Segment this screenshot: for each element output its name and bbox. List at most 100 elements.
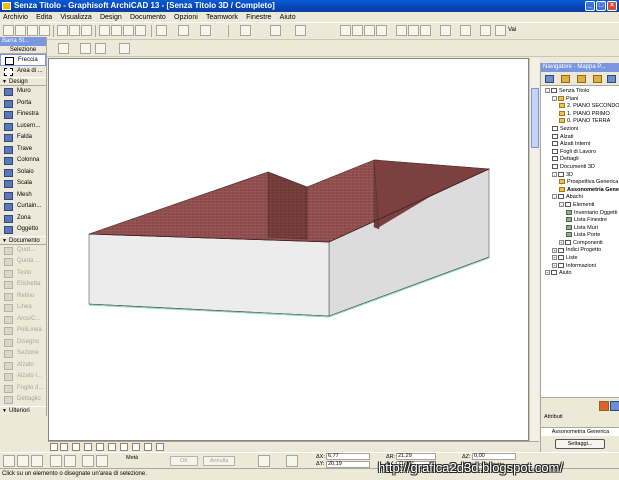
tree-item[interactable]: Prospettiva Generica (541, 179, 619, 187)
tree-item[interactable]: Alzati (541, 134, 619, 142)
tool-solaio[interactable]: Solaio (0, 167, 46, 179)
3d-viewport[interactable] (48, 58, 529, 441)
viewport-vertical-scrollbar[interactable] (529, 58, 539, 441)
line-mode-icon[interactable] (31, 455, 43, 467)
design-group-header[interactable]: Design (0, 77, 46, 87)
lock-angle-icon[interactable] (258, 455, 270, 467)
relative-construction-icon[interactable] (96, 455, 108, 467)
tool-testo[interactable]: Testo (0, 268, 46, 280)
tool-arco-c[interactable]: Arco/C... (0, 314, 46, 326)
undo-icon[interactable] (99, 25, 110, 36)
next-view-icon[interactable] (132, 443, 140, 451)
zoom-extents-icon[interactable] (156, 443, 164, 451)
view-settings-icon[interactable] (610, 401, 619, 411)
render-icon[interactable] (440, 25, 451, 36)
tree-item[interactable]: Sezioni (541, 126, 619, 134)
copy-icon[interactable] (69, 25, 80, 36)
zoom-in-icon[interactable] (50, 443, 58, 451)
publisher-icon[interactable] (593, 75, 602, 83)
explore-icon[interactable] (108, 443, 116, 451)
publish-icon[interactable] (480, 25, 491, 36)
tree-item[interactable]: + Componenti (541, 240, 619, 248)
view-3d-icon[interactable] (352, 25, 363, 36)
tool-quot[interactable]: Quot... (0, 245, 46, 257)
tree-item[interactable]: - Senza Titolo (541, 88, 619, 96)
previous-view-icon[interactable] (120, 443, 128, 451)
tool-lucern[interactable]: Lucern... (0, 121, 46, 133)
rectangle-select-icon[interactable] (80, 43, 91, 54)
perpendicular-icon[interactable] (286, 455, 298, 467)
tree-item[interactable]: Documenti 3D (541, 164, 619, 172)
magic-wand-icon[interactable] (240, 25, 251, 36)
new-file-icon[interactable] (3, 25, 14, 36)
expand-icon[interactable]: + (552, 262, 557, 268)
gravity-icon[interactable] (64, 455, 76, 467)
grid-snap-icon[interactable] (82, 455, 94, 467)
orbit-icon[interactable] (72, 443, 80, 451)
pan-icon[interactable] (96, 443, 104, 451)
snap-mode-icon[interactable] (50, 455, 62, 467)
delta-x-field[interactable]: 6,77 (326, 453, 370, 460)
tool-dettaglio[interactable]: Dettaglio (0, 394, 46, 406)
tool-curtain[interactable]: Curtain... (0, 201, 46, 213)
tree-item[interactable]: 1. PIANO PRIMO (541, 111, 619, 119)
collapse-icon[interactable]: - (552, 171, 557, 177)
tool-trave[interactable]: Trave (0, 144, 46, 156)
expand-icon[interactable]: + (559, 239, 564, 245)
cancel-button[interactable]: Annulla (203, 456, 235, 466)
tool-disegno[interactable]: Disegno (0, 337, 46, 349)
elevation-icon[interactable] (376, 25, 387, 36)
ok-button[interactable]: OK (170, 456, 198, 466)
menu-archivio[interactable]: Archivio (0, 12, 31, 23)
redo-icon[interactable] (111, 25, 122, 36)
tool-alzato-i[interactable]: Alzato I... (0, 371, 46, 383)
delta-z-field[interactable]: 0,00 (472, 453, 516, 460)
expand-icon[interactable]: + (552, 255, 557, 261)
tree-item[interactable]: Dettagli (541, 156, 619, 164)
tool-falda[interactable]: Falda (0, 132, 46, 144)
more-group-header[interactable]: Ulteriori (0, 405, 46, 416)
tree-item[interactable]: Lista Muri (541, 225, 619, 233)
menu-aiuto[interactable]: Aiuto (277, 12, 299, 23)
menu-documento[interactable]: Documento (127, 12, 169, 23)
tree-item[interactable]: Fogli di Lavoro (541, 149, 619, 157)
tool-mesh[interactable]: Mesh (0, 190, 46, 202)
layers-icon[interactable] (156, 25, 167, 36)
tool-marquee[interactable]: Area di ... (0, 66, 46, 78)
align-icon[interactable] (295, 25, 306, 36)
geometry-method-icon[interactable] (58, 43, 69, 54)
tool-muro[interactable]: Muro (0, 86, 46, 98)
layout-icon[interactable] (420, 25, 431, 36)
grid-icon[interactable] (200, 25, 211, 36)
expand-icon[interactable]: + (545, 270, 550, 276)
tree-item[interactable]: Assonometria Generica (541, 187, 619, 195)
collapse-icon[interactable]: - (552, 95, 557, 101)
tree-item[interactable]: + Indici Progetto (541, 247, 619, 255)
menu-finestre[interactable]: Finestre (243, 12, 274, 23)
section-icon[interactable] (364, 25, 375, 36)
tool-foglio-d[interactable]: Foglio d... (0, 383, 46, 395)
tree-item[interactable]: - Abachi (541, 194, 619, 202)
zoom-out-icon[interactable] (60, 443, 68, 451)
tool-zona[interactable]: Zona (0, 213, 46, 225)
syringe-icon[interactable] (135, 25, 146, 36)
save-icon[interactable] (27, 25, 38, 36)
cut-icon[interactable] (57, 25, 68, 36)
tool-oggetto[interactable]: Oggetto (0, 224, 46, 236)
menu-teamwork[interactable]: Teamwork (203, 12, 241, 23)
settings-button[interactable]: Settaggi... (555, 439, 605, 449)
view-map-icon[interactable] (561, 75, 570, 83)
tree-item[interactable]: - Piani (541, 96, 619, 104)
project-map-icon[interactable] (545, 75, 554, 83)
scroll-thumb[interactable] (531, 88, 539, 148)
tool-quota[interactable]: Quota ... (0, 256, 46, 268)
tree-item[interactable]: Alzati Interni (541, 141, 619, 149)
tree-item[interactable]: - Elementi (541, 202, 619, 210)
teamwork-icon[interactable] (495, 25, 506, 36)
collapse-icon[interactable]: - (559, 201, 564, 207)
maximize-button[interactable]: □ (596, 1, 606, 11)
eyedropper-icon[interactable] (123, 25, 134, 36)
tool-etichetta[interactable]: Etichetta (0, 279, 46, 291)
go-to-dropdown[interactable]: Vai (508, 27, 516, 33)
tool-sezione[interactable]: Sezione (0, 348, 46, 360)
